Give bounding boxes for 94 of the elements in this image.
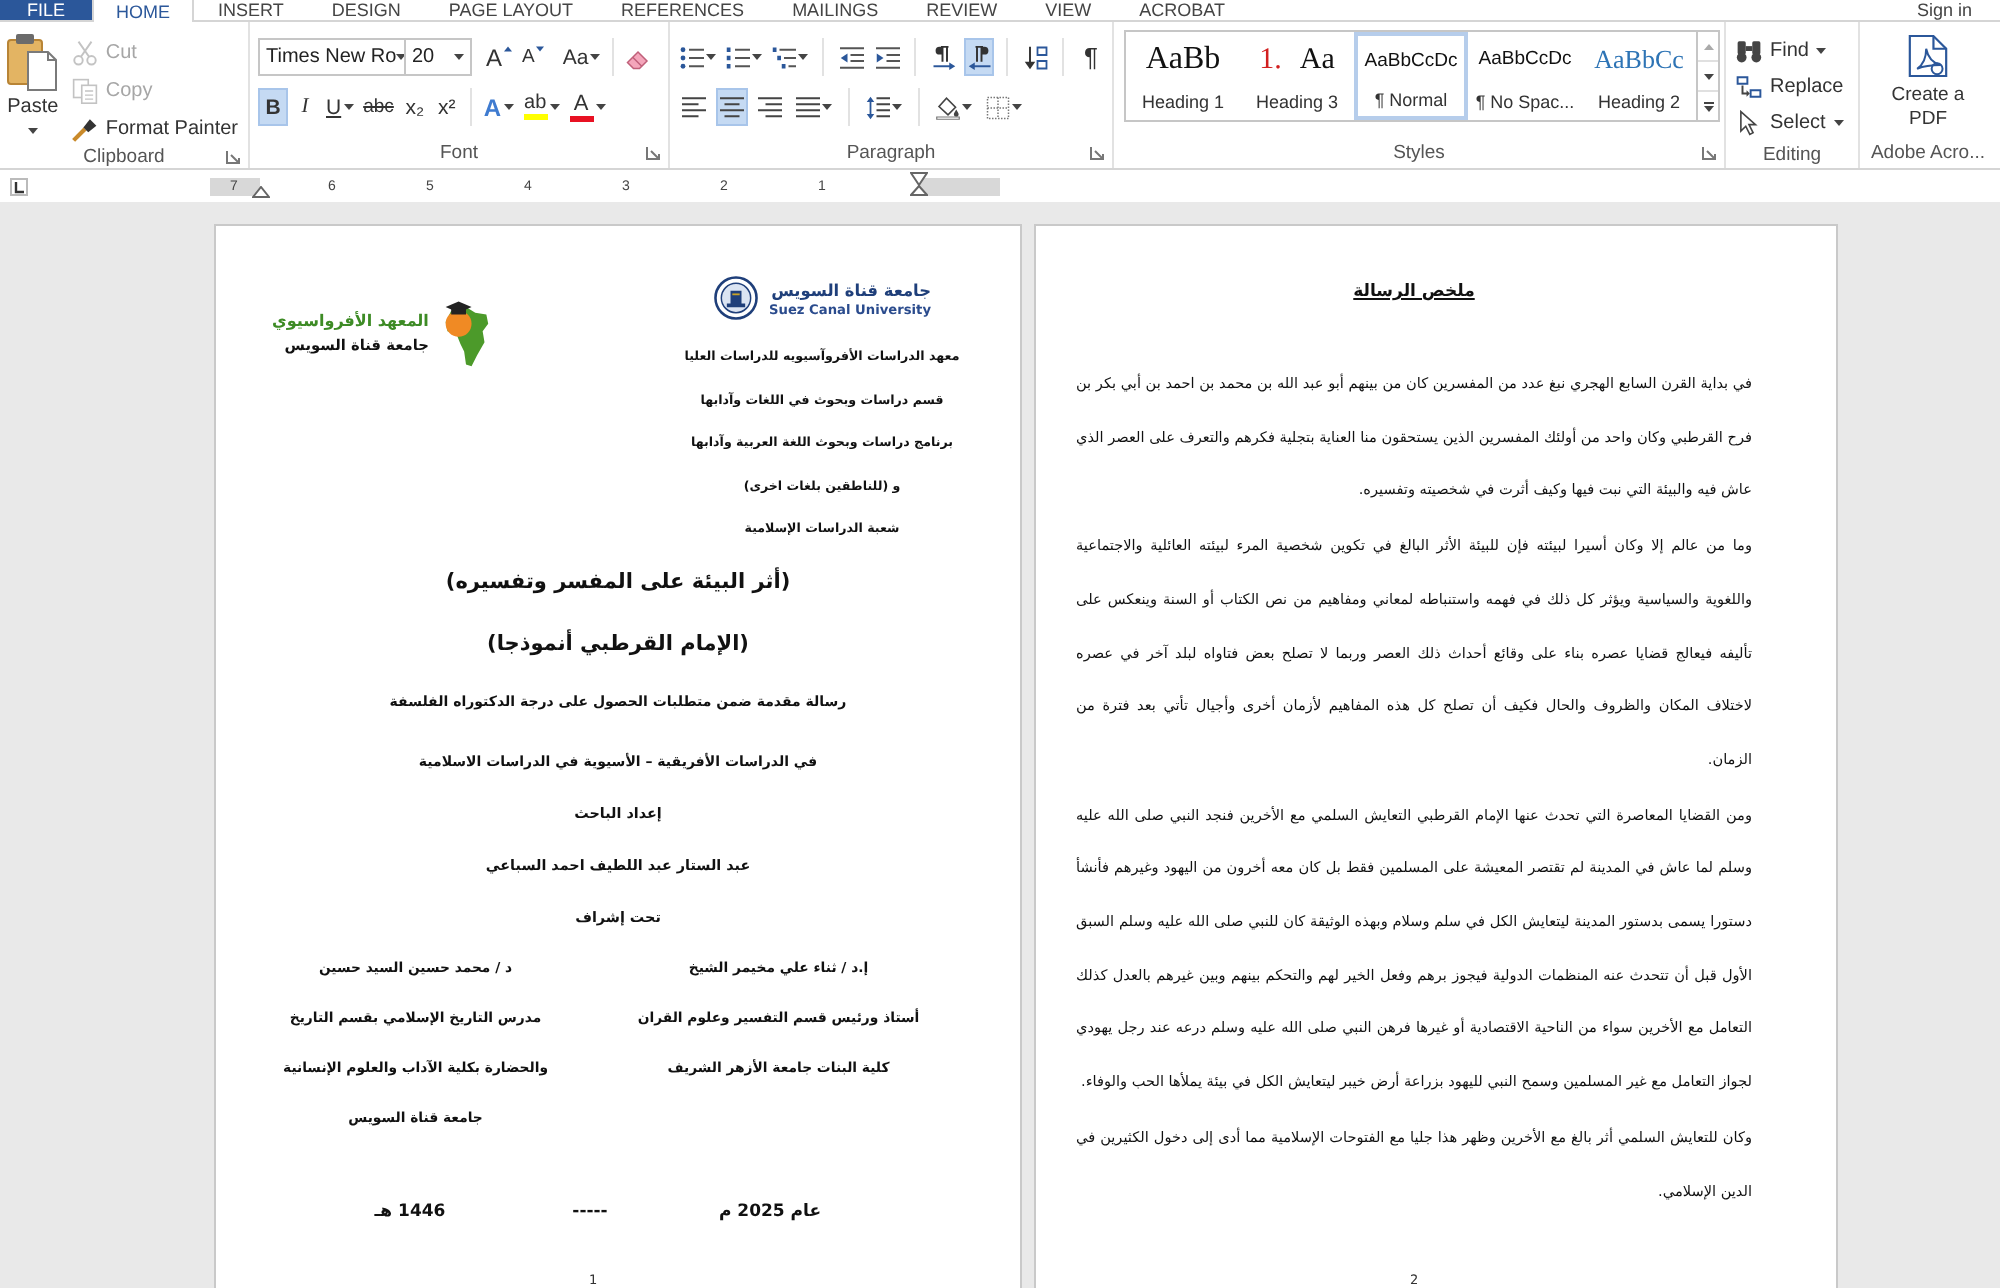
paste-button[interactable]: Paste (6, 28, 60, 146)
caret-up-icon (1703, 43, 1713, 49)
text-effects-button[interactable]: A (479, 88, 518, 126)
center-button[interactable] (716, 88, 748, 126)
caret-icon (454, 54, 464, 60)
borders-icon (986, 95, 1010, 119)
right-to-left-icon (967, 45, 991, 69)
dialog-launcher-icon[interactable] (1090, 146, 1104, 160)
line-spacing-icon (866, 95, 890, 119)
grow-font-button[interactable]: A (482, 38, 517, 76)
group-label: Paragraph (846, 142, 936, 164)
copy-icon (71, 77, 98, 103)
group-label: Editing (1762, 143, 1822, 165)
institute-name: المعهد الأفرواسيوي (272, 309, 429, 334)
justify-icon (796, 95, 820, 119)
replace-button[interactable]: Replace (1732, 68, 1852, 104)
ribbon-tab[interactable]: REVIEW (902, 0, 1022, 20)
indent-marker-icon[interactable] (252, 185, 270, 197)
clipboard-icon (6, 32, 59, 92)
shrink-font-button[interactable]: A (518, 38, 549, 76)
africa-emblem-icon (440, 296, 493, 370)
subscript-button[interactable]: x₂ (399, 88, 430, 126)
highlight-button[interactable]: ab (519, 88, 564, 126)
sort-icon (1023, 45, 1047, 69)
superscript-button[interactable]: x² (431, 88, 462, 126)
show-marks-button[interactable]: ¶ (1076, 38, 1106, 76)
decrease-indent-icon (839, 45, 863, 69)
thesis-title: (أثر البيئة على المفسر وتفسيره) (445, 565, 791, 598)
find-button[interactable]: Find (1732, 32, 1852, 68)
align-center-icon (720, 95, 744, 119)
strikethrough-button[interactable]: abc (359, 88, 398, 126)
eraser-icon (626, 45, 651, 69)
group-label: Clipboard (83, 146, 165, 168)
caret-icon (396, 54, 407, 60)
gregorian-year: عام 2025 م (716, 1199, 824, 1225)
pdf-document-icon (1908, 34, 1948, 78)
ribbon-tab[interactable]: PAGE LAYOUT (424, 0, 598, 20)
paint-bucket-icon (936, 95, 960, 119)
increase-indent-icon (875, 45, 899, 69)
group-label: Styles (1393, 142, 1445, 164)
select-button[interactable]: Select (1732, 104, 1852, 140)
style-option[interactable]: AaBbCcDc ¶ Normal (1354, 32, 1468, 120)
dialog-launcher-icon[interactable] (226, 150, 240, 164)
ribbon-tab[interactable]: VIEW (1021, 0, 1116, 20)
numbering-icon (726, 45, 750, 69)
dialog-launcher-icon[interactable] (646, 146, 660, 160)
style-option[interactable]: AaBb Heading 1 (1126, 32, 1240, 120)
font-color-button[interactable]: A (565, 88, 610, 126)
multilevel-list-icon (772, 45, 796, 69)
underline-button[interactable]: U (322, 88, 358, 126)
scissors-icon (71, 39, 98, 65)
ribbon-tab[interactable]: REFERENCES (597, 0, 769, 20)
right-to-left-button[interactable] (964, 38, 994, 76)
bold-button[interactable]: B (258, 88, 288, 126)
tab-stop-icon[interactable] (10, 177, 28, 195)
hijri-year: 1446 هـ (372, 1199, 448, 1225)
style-option[interactable]: AaBbCcDc ¶ No Spac... (1468, 32, 1582, 120)
more-icon (1703, 101, 1713, 111)
abstract-heading: ملخص الرسالة (1353, 280, 1475, 304)
file-tab[interactable]: FILE (0, 0, 92, 20)
university-name: جامعة قناة السويس (771, 277, 932, 301)
sign-in-link[interactable]: Sign in (1916, 0, 1972, 20)
group-label: Adobe Acro... (1870, 142, 1986, 164)
ribbon-tab[interactable]: HOME (92, 0, 194, 22)
ribbon-tab[interactable]: DESIGN (307, 0, 425, 20)
style-option[interactable]: 1. Aa Heading 3 (1240, 32, 1354, 120)
binoculars-icon (1736, 37, 1762, 63)
left-to-right-icon (931, 45, 955, 69)
ribbon-tab[interactable]: MAILINGS (768, 0, 903, 20)
align-left-icon (682, 95, 706, 119)
align-right-icon (758, 95, 782, 119)
create-pdf-button[interactable]: Create a PDF (1888, 28, 1968, 138)
caret-down-icon (1703, 73, 1713, 79)
replace-icon (1736, 73, 1762, 99)
caret-down-icon (536, 46, 545, 52)
style-option[interactable]: AaBbCc Heading 2 (1582, 32, 1696, 120)
thesis-title: (الإمام القرطبي أنموذجا) (487, 627, 749, 660)
university-seal-icon (713, 276, 757, 320)
caret-icon (27, 128, 38, 134)
ribbon-tab[interactable]: ACROBAT (1115, 0, 1249, 20)
indent-marker-icon[interactable] (910, 171, 928, 199)
paintbrush-icon (71, 115, 98, 141)
dialog-launcher-icon[interactable] (1702, 146, 1716, 160)
caret-up-icon (504, 46, 513, 52)
italic-button[interactable]: I (290, 88, 320, 126)
format-painter-button[interactable]: Format Painter (67, 110, 242, 146)
pointer-icon (1736, 109, 1762, 135)
ribbon-tab[interactable]: INSERT (194, 0, 308, 20)
group-label: Font (439, 142, 478, 164)
change-case-button[interactable]: Aa (558, 38, 605, 76)
font-name-field[interactable]: Times New Ro (258, 38, 406, 76)
bullets-icon (680, 45, 704, 69)
font-size-field[interactable]: 20 (404, 38, 472, 76)
date-separator: ----- (570, 1199, 610, 1225)
